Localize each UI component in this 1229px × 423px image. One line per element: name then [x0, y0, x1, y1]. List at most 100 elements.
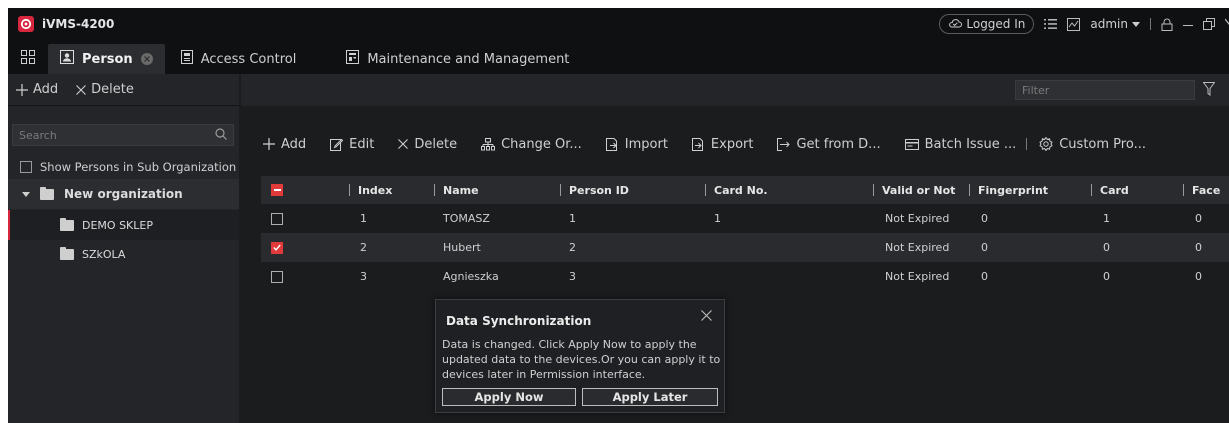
tree-node-label: SZkOLA: [82, 247, 126, 261]
row-checkbox[interactable]: [271, 262, 283, 291]
settings-gear-icon: [1039, 137, 1053, 151]
delete-label: Delete: [91, 82, 134, 97]
x-icon: [76, 84, 87, 95]
filter-input[interactable]: [1015, 80, 1195, 100]
select-all-checkbox[interactable]: [271, 176, 283, 204]
minimize-icon[interactable]: [1183, 19, 1193, 29]
tab-person[interactable]: Person: [48, 44, 165, 74]
list-menu-icon[interactable]: [1044, 18, 1058, 30]
tab-access-control[interactable]: Access Control: [169, 44, 309, 74]
cloud-icon: [948, 17, 963, 31]
column-header-face[interactable]: Face: [1183, 176, 1220, 204]
search-input[interactable]: [19, 128, 199, 142]
get-from-device-button[interactable]: Get from D...: [777, 137, 881, 152]
logged-in-label: Logged In: [966, 17, 1026, 31]
folder-icon: [60, 246, 74, 260]
cell-card-no: 1: [714, 212, 721, 225]
plus-icon: [16, 83, 28, 96]
title-controls: Logged In admin: [939, 8, 1229, 40]
org-tree-icon: [481, 137, 496, 150]
tab-close-icon[interactable]: [140, 53, 153, 65]
cell-index: 2: [360, 241, 367, 254]
action-label: Custom Pro...: [1059, 136, 1146, 152]
cell-valid: Not Expired: [885, 241, 950, 254]
folder-icon: [40, 186, 54, 200]
column-header-index[interactable]: Index: [349, 176, 392, 204]
system-monitor-icon[interactable]: [1067, 17, 1081, 31]
column-header-card[interactable]: Card: [1091, 176, 1129, 204]
action-label: Delete: [414, 136, 458, 152]
cell-name: Agnieszka: [443, 270, 499, 283]
search-icon[interactable]: [215, 127, 227, 143]
table-row[interactable]: 2 Hubert 2 Not Expired 0 0 0: [261, 233, 1229, 262]
delete-person-button[interactable]: Delete: [398, 137, 457, 152]
username-label: admin: [1090, 17, 1128, 31]
add-organization-button[interactable]: Add: [16, 82, 58, 97]
app-title: iVMS-4200: [42, 17, 115, 31]
tab-label: Maintenance and Management: [367, 51, 570, 67]
card-icon: [904, 138, 919, 150]
data-sync-dialog: Data Synchronization Data is changed. Cl…: [435, 299, 725, 413]
app-window: iVMS-4200 Logged In admin Person Access …: [8, 8, 1229, 423]
delete-organization-button[interactable]: Delete: [76, 82, 134, 97]
apply-later-button[interactable]: Apply Later: [582, 388, 718, 406]
edit-person-button[interactable]: Edit: [330, 137, 374, 152]
column-header-person-id[interactable]: Person ID: [560, 176, 629, 204]
folder-icon: [60, 217, 74, 231]
action-separator: [1026, 138, 1028, 150]
title-separator: [1150, 18, 1151, 30]
close-icon[interactable]: [701, 310, 712, 324]
tab-maintenance[interactable]: Maintenance and Management: [334, 44, 581, 74]
filter-funnel-icon[interactable]: [1202, 82, 1216, 99]
filter-bar: [241, 74, 1229, 106]
cell-fingerprint: 0: [981, 270, 988, 283]
maximize-icon[interactable]: [1203, 18, 1215, 30]
cell-valid: Not Expired: [885, 212, 950, 225]
dialog-title: Data Synchronization: [446, 314, 592, 328]
cell-card: 0: [1103, 241, 1110, 254]
add-person-button[interactable]: Add: [263, 137, 306, 152]
column-header-valid[interactable]: Valid or Not: [873, 176, 955, 204]
row-checkbox[interactable]: [271, 204, 283, 233]
maintenance-icon: [346, 50, 360, 68]
lock-icon[interactable]: [1161, 18, 1173, 31]
tree-node-demo-sklep[interactable]: DEMO SKLEP: [8, 210, 239, 240]
row-checkbox[interactable]: [271, 233, 283, 262]
tree-node-label: DEMO SKLEP: [82, 218, 153, 232]
table-row[interactable]: 3 Agnieszka 3 Not Expired 0 0 0: [261, 262, 1229, 291]
cell-card: 1: [1103, 212, 1110, 225]
action-label: Export: [710, 136, 754, 152]
module-tab-bar: Person Access Control Maintenance and Ma…: [8, 40, 1229, 74]
import-button[interactable]: Import: [605, 136, 668, 152]
show-sub-organization-option[interactable]: Show Persons in Sub Organization: [20, 160, 236, 174]
batch-issue-button[interactable]: Batch Issue ...: [904, 137, 1016, 152]
cell-name: Hubert: [443, 241, 481, 254]
tree-node-szkola[interactable]: SZkOLA: [8, 239, 239, 269]
cell-name: TOMASZ: [443, 212, 490, 225]
cell-face: 0: [1195, 241, 1202, 254]
cell-fingerprint: 0: [981, 212, 988, 225]
caret-down-icon[interactable]: [22, 187, 30, 201]
cell-card: 0: [1103, 270, 1110, 283]
table-header: Index Name Person ID Card No. Valid or N…: [261, 176, 1229, 204]
show-sub-checkbox[interactable]: [20, 161, 32, 173]
action-label: Import: [624, 136, 668, 152]
column-header-card-no[interactable]: Card No.: [705, 176, 768, 204]
export-button[interactable]: Export: [691, 136, 754, 152]
tree-node-label: New organization: [64, 187, 183, 201]
logged-in-status[interactable]: Logged In: [939, 14, 1035, 34]
custom-property-button[interactable]: Custom Pro...: [1039, 137, 1146, 152]
change-organization-button[interactable]: Change Or...: [481, 137, 582, 152]
edit-icon: [330, 138, 344, 151]
tree-node-new-organization[interactable]: New organization: [8, 179, 239, 209]
column-header-fingerprint[interactable]: Fingerprint: [969, 176, 1048, 204]
column-header-name[interactable]: Name: [434, 176, 479, 204]
close-window-icon[interactable]: [1225, 18, 1229, 30]
user-menu[interactable]: admin: [1090, 17, 1140, 31]
apply-now-button[interactable]: Apply Now: [442, 388, 576, 406]
organization-panel: Add Delete Show Persons in Sub Organizat…: [8, 74, 239, 423]
table-row[interactable]: 1 TOMASZ 1 1 Not Expired 0 1 0: [261, 204, 1229, 233]
apps-grid-icon[interactable]: [8, 40, 48, 74]
title-bar: iVMS-4200 Logged In admin: [8, 8, 1229, 40]
cell-face: 0: [1195, 270, 1202, 283]
